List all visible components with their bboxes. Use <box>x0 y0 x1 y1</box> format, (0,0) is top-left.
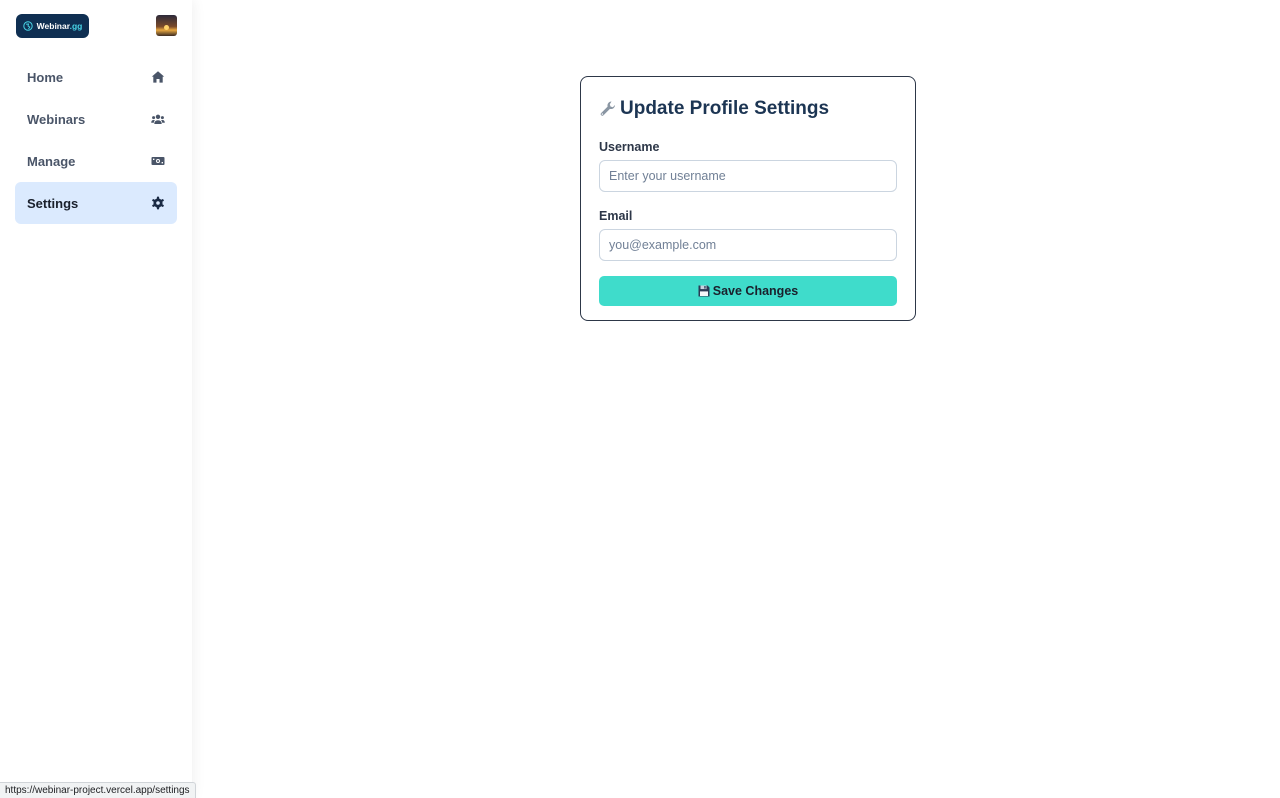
sidebar-item-settings[interactable]: Settings <box>15 182 177 224</box>
brand-row: Webinar.gg <box>16 14 177 38</box>
wrench-icon <box>600 101 616 116</box>
money-icon <box>151 157 165 165</box>
home-icon <box>151 71 165 83</box>
sidebar-item-label: Webinars <box>27 111 86 127</box>
globe-icon <box>22 21 33 31</box>
sidebar: Webinar.gg Home Webinars Manage Settings <box>0 0 192 798</box>
save-button-label: Save Changes <box>712 284 799 298</box>
username-field[interactable] <box>599 160 897 192</box>
page-title-text: Update Profile Settings <box>620 98 830 119</box>
avatar[interactable] <box>156 15 177 36</box>
page-title: Update Profile Settings <box>599 96 897 122</box>
brand-logo[interactable]: Webinar.gg <box>16 14 89 38</box>
gear-icon <box>152 196 164 210</box>
brand-logo-tld: .gg <box>69 21 83 31</box>
sidebar-item-webinars[interactable]: Webinars <box>15 98 177 140</box>
sidebar-item-label: Settings <box>27 195 79 211</box>
floppy-icon <box>698 285 710 297</box>
email-label: Email <box>599 209 633 223</box>
brand-logo-text: Webinar.gg <box>37 21 83 31</box>
users-icon <box>151 114 165 124</box>
save-button[interactable]: Save Changes <box>599 276 897 306</box>
username-label: Username <box>599 140 660 154</box>
brand-logo-name: Webinar <box>36 21 70 31</box>
app-root: Webinar.gg Home Webinars Manage Settings… <box>0 0 1280 798</box>
sidebar-item-home[interactable]: Home <box>15 56 177 98</box>
sidebar-item-manage[interactable]: Manage <box>15 140 177 182</box>
sidebar-item-label: Manage <box>27 153 76 169</box>
email-field[interactable] <box>599 229 897 261</box>
sidebar-nav: Home Webinars Manage Settings <box>15 56 177 224</box>
status-bar-url: https://webinar-project.vercel.app/setti… <box>0 782 196 798</box>
sidebar-item-label: Home <box>27 69 64 85</box>
profile-settings-card: Update Profile Settings Username Email S… <box>580 76 916 321</box>
